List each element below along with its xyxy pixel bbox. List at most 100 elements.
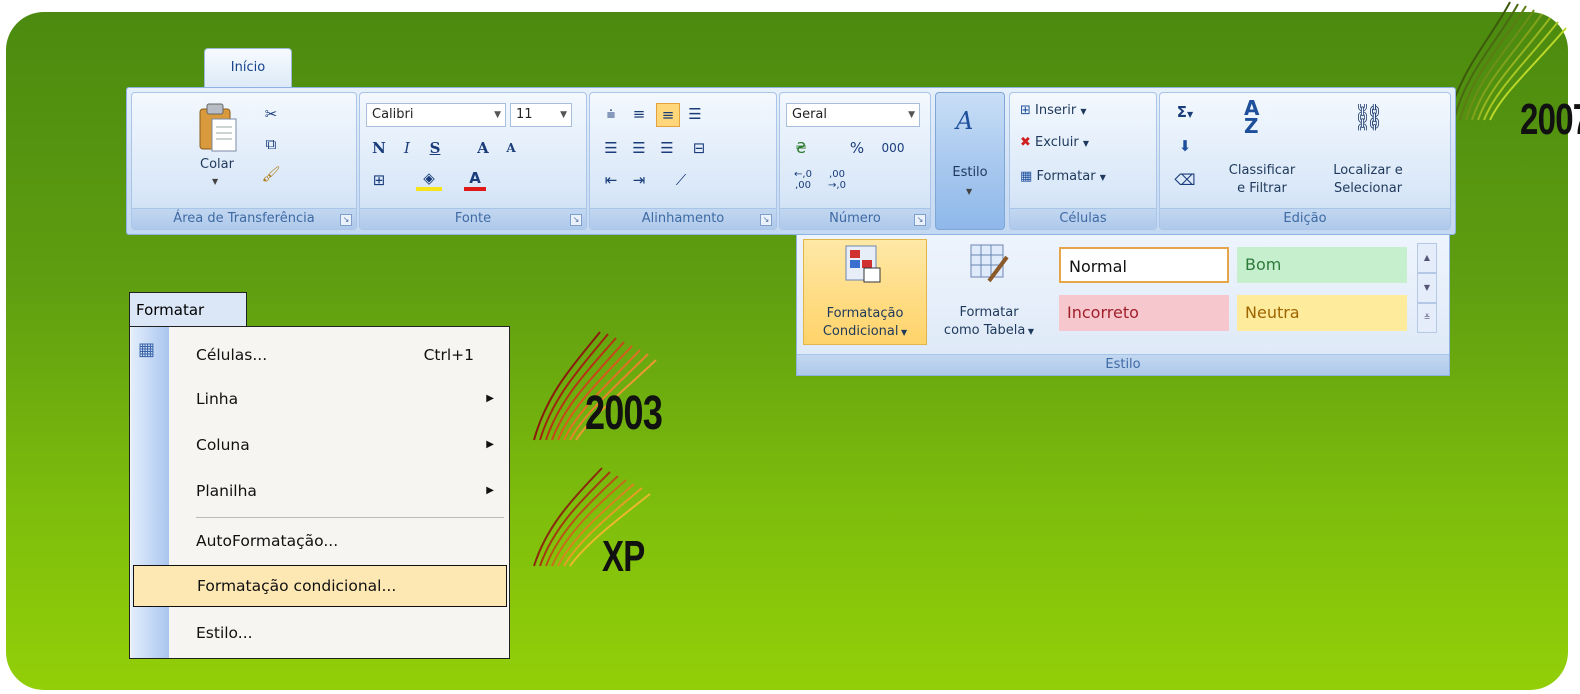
clipboard-group-text: Área de Transferência bbox=[173, 211, 315, 226]
group-clipboard-label: Área de Transferência bbox=[132, 208, 356, 229]
menu-item-formatacao-condicional[interactable]: Formatação condicional... bbox=[133, 565, 507, 607]
cut-icon[interactable]: ✂ bbox=[260, 103, 282, 125]
font-dialog-launcher-icon[interactable]: ↘ bbox=[570, 214, 582, 226]
table-line2-text: como Tabela bbox=[943, 323, 1026, 338]
table-style-icon bbox=[970, 244, 1009, 283]
format-as-table-button[interactable]: Formatar como Tabela ▼ bbox=[929, 239, 1049, 343]
orientation-icon[interactable]: ⟋ bbox=[666, 169, 696, 191]
conditional-formatting-icon bbox=[845, 245, 881, 283]
cell-style-bom[interactable]: Bom bbox=[1237, 247, 1407, 283]
format-painter-icon[interactable]: 🖌 bbox=[260, 163, 282, 185]
paste-dropdown-arrow-icon: ▼ bbox=[212, 177, 219, 186]
conditional-formatting-button[interactable]: Formatação Condicional ▼ bbox=[803, 239, 927, 345]
percent-button[interactable]: % bbox=[846, 137, 868, 159]
merge-center-icon[interactable]: ⊟ bbox=[684, 137, 714, 159]
alignment-dialog-launcher-icon[interactable]: ↘ bbox=[760, 214, 772, 226]
increase-decimal-button[interactable]: ←,0,00 bbox=[788, 169, 818, 191]
submenu-arrow-icon: ▶ bbox=[486, 393, 494, 404]
clipboard-icon bbox=[199, 103, 237, 152]
menu-item-label: Planilha bbox=[196, 482, 257, 500]
currency-icon[interactable]: ₴ bbox=[788, 137, 814, 159]
format-label: Formatar bbox=[1036, 169, 1096, 184]
clear-icon[interactable]: ⌫ bbox=[1170, 169, 1200, 191]
number-format-select[interactable]: Geral ▼ bbox=[786, 103, 920, 127]
increase-indent-icon[interactable]: ⇥ bbox=[628, 169, 650, 191]
office-2003-logo: 2003 bbox=[530, 330, 670, 460]
menu-item-celulas[interactable]: Células... Ctrl+1 bbox=[170, 333, 508, 377]
menu-item-label: AutoFormatação... bbox=[196, 532, 339, 550]
copy-icon[interactable]: ⧉ bbox=[260, 133, 282, 155]
italic-button[interactable]: I bbox=[396, 137, 418, 159]
font-size-select[interactable]: 11 ▼ bbox=[510, 103, 572, 127]
alignment-group-text: Alinhamento bbox=[641, 211, 725, 226]
style-gallery-label: Estilo bbox=[797, 354, 1449, 375]
insert-button[interactable]: ⊞ Inserir ▼ bbox=[1020, 103, 1087, 118]
submenu-arrow-icon: ▶ bbox=[486, 485, 494, 496]
style-dropdown-arrow-icon: ▼ bbox=[966, 187, 973, 196]
version-2003-label: 2003 bbox=[585, 387, 663, 440]
format-button[interactable]: ▦ Formatar ▼ bbox=[1020, 169, 1106, 184]
clipboard-dialog-launcher-icon[interactable]: ↘ bbox=[340, 214, 352, 226]
cell-style-incorreto[interactable]: Incorreto bbox=[1059, 295, 1229, 331]
gallery-scroll-up-icon[interactable]: ▲ bbox=[1417, 243, 1437, 273]
fill-color-icon[interactable]: ◈ bbox=[416, 169, 442, 191]
decrease-decimal-button[interactable]: ,00 →,0 bbox=[822, 169, 852, 191]
menu-formatar-label: Formatar bbox=[136, 301, 205, 319]
menu-item-planilha[interactable]: Planilha ▶ bbox=[170, 469, 508, 513]
align-left-icon[interactable]: ☰ bbox=[600, 137, 622, 159]
chevron-down-icon: ▼ bbox=[1187, 110, 1194, 119]
gallery-more-icon[interactable]: ≚ bbox=[1417, 303, 1437, 333]
group-font-label: Fonte bbox=[360, 208, 586, 229]
paste-button[interactable]: Colar ▼ bbox=[188, 99, 246, 197]
menu-item-autoformatacao[interactable]: AutoFormatação... bbox=[170, 519, 508, 563]
chevron-down-icon: ▼ bbox=[1099, 173, 1106, 182]
menu-item-label: Estilo... bbox=[196, 624, 253, 642]
align-center-icon[interactable]: ☰ bbox=[628, 137, 650, 159]
find-select-button[interactable]: ⛓ Localizar e Selecionar bbox=[1316, 99, 1420, 203]
wrap-text-icon[interactable]: ☰ bbox=[684, 103, 706, 125]
align-middle-icon[interactable]: ≡ bbox=[628, 103, 650, 125]
menu-item-coluna[interactable]: Coluna ▶ bbox=[170, 423, 508, 467]
font-color-button[interactable]: A bbox=[464, 169, 486, 191]
cell-style-normal[interactable]: Normal bbox=[1059, 247, 1229, 283]
autosum-button[interactable]: Σ▼ bbox=[1170, 101, 1200, 126]
tab-inicio[interactable]: Início bbox=[204, 48, 292, 89]
insert-label: Inserir bbox=[1035, 103, 1077, 118]
font-name-select[interactable]: Calibri ▼ bbox=[366, 103, 506, 127]
decrease-indent-icon[interactable]: ⇤ bbox=[600, 169, 622, 191]
chevron-down-icon: ▼ bbox=[560, 110, 567, 120]
group-alignment: ⩧ ≡ ≡ ☰ ☰ ☰ ☰ ⊟ ⇤ ⇥ ⟋ Alinhamento ↘ bbox=[589, 92, 777, 230]
style-button[interactable]: A Estilo ▼ bbox=[935, 92, 1005, 230]
shrink-font-button[interactable]: A bbox=[500, 137, 522, 159]
sort-line2: e Filtrar bbox=[1237, 181, 1287, 196]
group-number: Geral ▼ ₴ % 000 ←,0,00 ,00 →,0 Número ↘ bbox=[779, 92, 931, 230]
cells-format-icon: ▦ bbox=[138, 339, 156, 360]
fill-icon[interactable]: ⬇ bbox=[1170, 135, 1200, 157]
menu-formatar[interactable]: Formatar bbox=[129, 292, 247, 326]
font-size-value: 11 bbox=[516, 107, 533, 122]
sort-line1: Classificar bbox=[1228, 163, 1296, 178]
find-line1: Localizar e bbox=[1333, 163, 1403, 178]
align-top-icon[interactable]: ⩧ bbox=[600, 103, 622, 125]
menu-item-linha[interactable]: Linha ▶ bbox=[170, 377, 508, 421]
align-bottom-icon[interactable]: ≡ bbox=[656, 103, 680, 127]
conditional-line2-text: Condicional bbox=[822, 324, 899, 339]
menu-item-estilo[interactable]: Estilo... bbox=[170, 611, 508, 655]
chevron-down-icon: ▼ bbox=[1082, 139, 1089, 148]
grow-font-button[interactable]: A bbox=[472, 137, 494, 159]
insert-icon: ⊞ bbox=[1020, 103, 1031, 118]
underline-button[interactable]: S bbox=[424, 137, 446, 159]
borders-icon[interactable]: ⊞ bbox=[368, 169, 390, 191]
cell-style-neutra[interactable]: Neutra bbox=[1237, 295, 1407, 331]
number-dialog-launcher-icon[interactable]: ↘ bbox=[914, 214, 926, 226]
group-alignment-label: Alinhamento bbox=[590, 208, 776, 229]
menu-item-label: Formatação condicional... bbox=[197, 577, 397, 595]
align-right-icon[interactable]: ☰ bbox=[656, 137, 678, 159]
delete-button[interactable]: ✖ Excluir ▼ bbox=[1020, 135, 1089, 150]
gallery-scroll-down-icon[interactable]: ▼ bbox=[1417, 273, 1437, 303]
group-font: Calibri ▼ 11 ▼ N I S A A ⊞ ◈ A Fonte ↘ bbox=[359, 92, 587, 230]
editing-group-text: Edição bbox=[1283, 211, 1327, 226]
sort-filter-button[interactable]: AZ Classificar e Filtrar bbox=[1214, 98, 1310, 203]
thousands-button[interactable]: 000 bbox=[876, 137, 910, 159]
bold-button[interactable]: N bbox=[368, 137, 390, 159]
